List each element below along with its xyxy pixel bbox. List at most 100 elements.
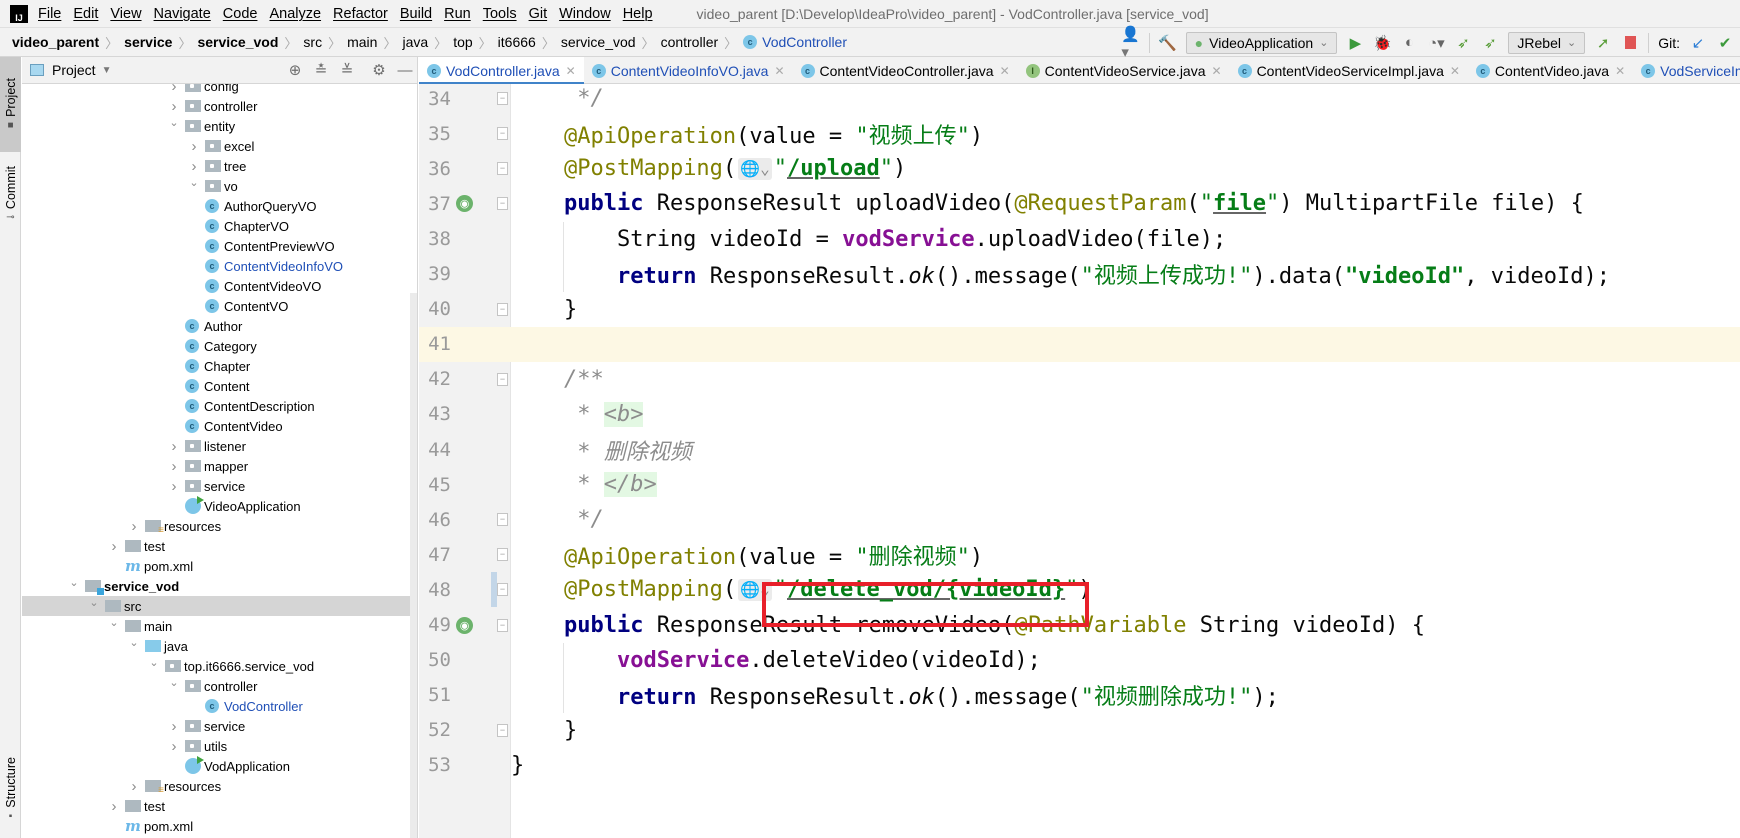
debug-icon[interactable]: 🐞	[1373, 34, 1392, 52]
fold-end-icon[interactable]: −	[497, 302, 508, 316]
code-line[interactable]: 34 − */	[419, 84, 1740, 116]
tree-item[interactable]: ⌄ service_vod	[22, 576, 417, 596]
code-line[interactable]: 45 * </b>	[419, 467, 1740, 502]
tree-item[interactable]: c AuthorQueryVO	[22, 196, 417, 216]
menu-git[interactable]: Git	[529, 6, 548, 22]
menu-view[interactable]: View	[110, 6, 141, 22]
tree-item[interactable]: › controller	[22, 96, 417, 116]
tree-item[interactable]: ⌄ src	[22, 596, 417, 616]
git-commit-icon[interactable]: ✔	[1716, 34, 1734, 52]
tree-item[interactable]: c ChapterVO	[22, 216, 417, 236]
breadcrumb-item[interactable]: service_vod	[197, 34, 278, 50]
breadcrumb-item[interactable]: main	[347, 34, 377, 50]
rebel-update-icon[interactable]: ➚	[1594, 34, 1612, 52]
tree-item[interactable]: ⌄ controller	[22, 676, 417, 696]
jrebel-debug-icon[interactable]: ➶	[1481, 34, 1499, 52]
code-line[interactable]: 43 * <b>	[419, 397, 1740, 432]
tree-item[interactable]: c Category	[22, 336, 417, 356]
fold-end-icon[interactable]: −	[497, 513, 508, 527]
tab-contentvideo[interactable]: c ContentVideo.java ✕	[1468, 57, 1633, 84]
tree-item[interactable]: › test	[22, 796, 417, 816]
tree-item[interactable]: c Author	[22, 316, 417, 336]
collapse-all-icon[interactable]: ≚	[338, 61, 356, 79]
tree-item[interactable]: ⌄ entity	[22, 116, 417, 136]
menu-window[interactable]: Window	[559, 6, 611, 22]
tree-item[interactable]: c VodController	[22, 696, 417, 716]
tree-item[interactable]: c ContentPreviewVO	[22, 236, 417, 256]
menu-help[interactable]: Help	[623, 6, 653, 22]
code-line[interactable]: 38 String videoId = vodService.uploadVid…	[419, 221, 1740, 256]
chevron-right-icon[interactable]: ›	[169, 438, 179, 455]
code-line[interactable]: 37 ◉ − public ResponseResult uploadVideo(@…	[419, 186, 1740, 221]
menu-tools[interactable]: Tools	[483, 6, 517, 22]
code-line[interactable]: 50 vodService.deleteVideo(videoId);	[419, 643, 1740, 678]
tree-item[interactable]: c Content	[22, 376, 417, 396]
code-line[interactable]: 35 − @ApiOperation(value = "视频上传")	[419, 116, 1740, 151]
breadcrumb-item[interactable]: service_vod	[561, 34, 636, 50]
web-endpoint-icon[interactable]: ◉	[456, 195, 473, 213]
chevron-right-icon[interactable]: ›	[109, 798, 119, 815]
chevron-right-icon[interactable]: ›	[169, 738, 179, 755]
chevron-down-icon[interactable]: ⌄	[69, 576, 79, 589]
tab-contentvideoinfovo[interactable]: c ContentVideoInfoVO.java ✕	[584, 57, 793, 84]
tab-contentvideoserviceimpl[interactable]: c ContentVideoServiceImpl.java ✕	[1230, 57, 1468, 84]
chevron-down-icon[interactable]: ⌄	[129, 636, 139, 649]
tree-item[interactable]: › mapper	[22, 456, 417, 476]
fold-start-icon[interactable]: −	[497, 197, 508, 211]
web-url-inlay-globe-icon[interactable]: 🌐⌄	[738, 158, 772, 181]
build-hammer-icon[interactable]: 🔨	[1158, 34, 1177, 52]
stop-icon[interactable]	[1621, 34, 1639, 52]
breadcrumb-item[interactable]: src	[303, 34, 322, 50]
tree-item[interactable]: ⌄ java	[22, 636, 417, 656]
panel-scrollbar[interactable]	[410, 293, 417, 838]
chevron-down-icon[interactable]: ⌄	[169, 676, 179, 689]
tree-item[interactable]: › utils	[22, 736, 417, 756]
tree-item[interactable]: m pom.xml	[22, 556, 417, 576]
tree-item[interactable]: VodApplication	[22, 756, 417, 776]
project-view-selector[interactable]: Project	[52, 62, 96, 78]
git-update-icon[interactable]: ↙	[1689, 34, 1707, 52]
commit-tool-button[interactable]: Commit ⊸	[0, 157, 21, 232]
fold-end-icon[interactable]: −	[497, 162, 508, 176]
tree-item[interactable]: c Chapter	[22, 356, 417, 376]
code-line[interactable]: 40 − }	[419, 292, 1740, 327]
run-config-dropdown[interactable]: ● VideoApplication ⌄	[1185, 31, 1338, 54]
fold-start-icon[interactable]: −	[497, 618, 508, 632]
chevron-down-icon[interactable]: ⌄	[149, 656, 159, 669]
chevron-right-icon[interactable]: ›	[169, 98, 179, 115]
code-editor[interactable]: 33 * </b>34− */35− @ApiOperation(value =…	[419, 84, 1740, 838]
user-icon[interactable]: 👤▾	[1121, 26, 1140, 61]
locate-icon[interactable]: ⊕	[286, 61, 304, 79]
menu-code[interactable]: Code	[223, 6, 258, 22]
tree-item[interactable]: › excel	[22, 136, 417, 156]
chevron-down-icon[interactable]: ⌄	[189, 176, 199, 189]
chevron-right-icon[interactable]: ›	[109, 538, 119, 555]
chevron-right-icon[interactable]: ›	[169, 458, 179, 475]
breadcrumb-item[interactable]: c VodController	[743, 34, 847, 50]
tree-item[interactable]: › resources	[22, 776, 417, 797]
tree-item[interactable]: ⌄ vo	[22, 176, 417, 196]
tab-vodserviceimpl[interactable]: cVodServiceImpl.java✕	[1633, 57, 1740, 84]
jrebel-run-icon[interactable]: ➶	[1454, 34, 1472, 52]
tree-item[interactable]: › listener	[22, 436, 417, 456]
breadcrumb-item[interactable]: service	[124, 34, 172, 50]
close-icon[interactable]: ✕	[1450, 64, 1460, 78]
tree-item[interactable]: › resources	[22, 516, 417, 537]
tree-item[interactable]: › test	[22, 536, 417, 556]
chevron-right-icon[interactable]: ›	[129, 778, 139, 795]
chevron-right-icon[interactable]: ›	[189, 138, 199, 155]
chevron-right-icon[interactable]: ›	[129, 518, 139, 535]
chevron-right-icon[interactable]: ›	[189, 158, 199, 175]
code-line[interactable]: 47 − @ApiOperation(value = "删除视频")	[419, 537, 1740, 572]
code-line[interactable]: 51 return ResponseResult.ok().message("视…	[419, 678, 1740, 713]
menu-refactor[interactable]: Refactor	[333, 6, 388, 22]
tab-vodcontroller[interactable]: c VodController.java ✕	[419, 57, 584, 85]
hide-icon[interactable]: —	[396, 61, 414, 79]
tree-item[interactable]: m pom.xml	[22, 816, 417, 836]
project-tool-button[interactable]: Project ■	[0, 57, 21, 152]
breadcrumb-item[interactable]: java	[402, 34, 428, 50]
code-line[interactable]: 44 * 删除视频	[419, 432, 1740, 467]
breadcrumb-item[interactable]: top	[453, 34, 472, 50]
close-icon[interactable]: ✕	[1000, 64, 1010, 78]
profile-icon[interactable]: ◔▾	[1427, 34, 1445, 52]
